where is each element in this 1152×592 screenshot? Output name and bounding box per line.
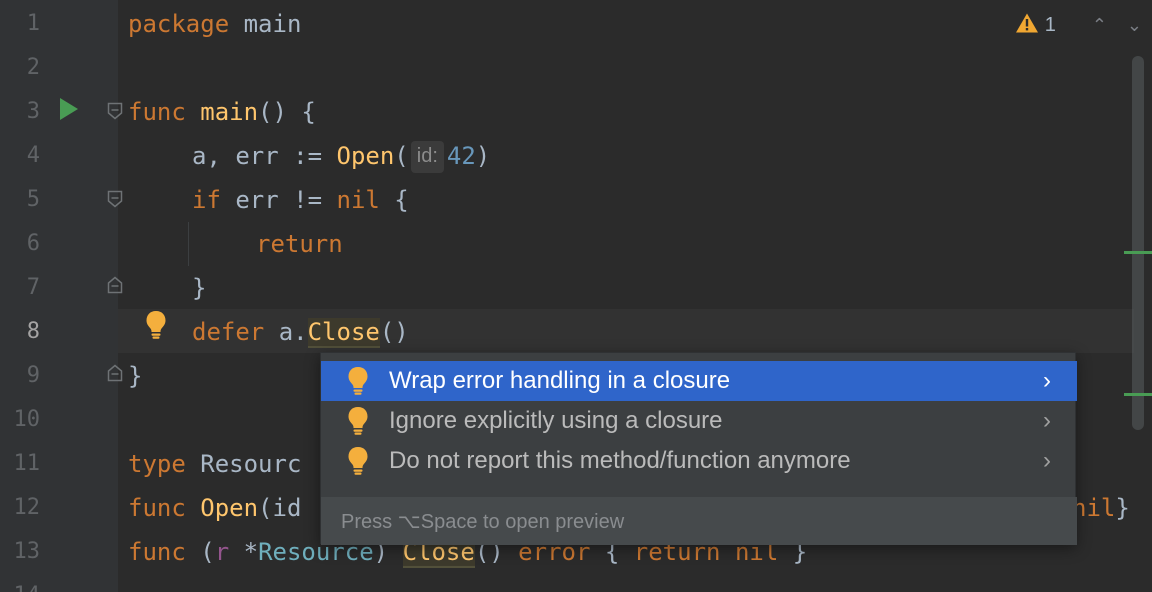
line-number: 12	[13, 495, 41, 520]
code-line-6[interactable]: return	[256, 222, 343, 266]
line-number: 1	[26, 11, 40, 36]
line-number: 6	[26, 231, 40, 256]
chevron-right-icon[interactable]: ›	[1043, 407, 1051, 435]
line-number-active: 8	[26, 319, 40, 344]
code-text: }	[192, 274, 207, 302]
code-text: *	[229, 538, 259, 566]
keyword: return	[256, 230, 343, 258]
keyword: func	[128, 494, 186, 522]
intention-item-ignore-closure[interactable]: Ignore explicitly using a closure ›	[321, 401, 1077, 441]
intention-label: Wrap error handling in a closure	[389, 367, 731, 394]
fold-open-icon[interactable]	[107, 102, 123, 120]
code-text: err !=	[220, 186, 337, 214]
parameter-hint: id:	[410, 141, 444, 173]
lightbulb-icon	[347, 446, 369, 476]
fold-close-icon[interactable]	[107, 276, 123, 294]
intention-actions-popup[interactable]: Wrap error handling in a closure › Ignor…	[320, 352, 1077, 545]
function-call: Open	[336, 142, 395, 170]
line-number: 11	[13, 451, 41, 476]
intention-item-do-not-report[interactable]: Do not report this method/function anymo…	[321, 441, 1077, 481]
code-text: (	[185, 538, 215, 566]
intention-label: Do not report this method/function anymo…	[389, 447, 851, 474]
code-text: Resourc	[185, 450, 302, 478]
fold-open-icon[interactable]	[107, 190, 123, 208]
code-line-5[interactable]: if err != nil {	[192, 178, 409, 222]
keyword: defer	[192, 318, 265, 346]
code-line-8[interactable]: defer a.Close()	[192, 310, 409, 354]
code-text: (	[394, 142, 409, 170]
code-text: ()	[379, 318, 409, 346]
keyword: nil	[336, 186, 380, 214]
line-number: 3	[26, 99, 40, 124]
code-text: a.	[264, 318, 308, 346]
keyword: type	[128, 450, 186, 478]
keyword: package	[128, 10, 230, 38]
code-line-1[interactable]: package main	[128, 2, 301, 46]
intention-item-wrap-closure[interactable]: Wrap error handling in a closure ›	[321, 361, 1077, 401]
indent-guide	[188, 222, 189, 266]
code-text: )	[475, 142, 491, 170]
keyword: if	[192, 186, 221, 214]
lightbulb-icon[interactable]	[145, 310, 167, 340]
chevron-down-icon[interactable]: ⌄	[1127, 15, 1142, 36]
chevron-right-icon[interactable]: ›	[1043, 367, 1051, 395]
run-icon[interactable]	[60, 98, 78, 120]
code-line-12-tail[interactable]: nil}	[1072, 486, 1130, 530]
code-text: }	[1115, 494, 1130, 522]
code-line-12[interactable]: func Open(id	[128, 486, 301, 530]
line-number: 14	[0, 574, 41, 592]
line-number: 10	[13, 407, 41, 432]
code-text: () {	[258, 98, 316, 126]
chevron-up-icon[interactable]: ⌃	[1092, 15, 1107, 36]
inspection-widget[interactable]: 1 ⌃ ⌄	[1015, 10, 1142, 40]
change-marker[interactable]	[1124, 251, 1152, 254]
chevron-right-icon[interactable]: ›	[1043, 447, 1051, 475]
warning-highlight[interactable]: Close	[307, 318, 380, 348]
line-number: 2	[26, 55, 40, 80]
line-number: 13	[13, 539, 41, 564]
warning-triangle-icon[interactable]	[1015, 12, 1039, 39]
code-line-3[interactable]: func main() {	[128, 90, 316, 134]
code-line-7[interactable]: }	[192, 266, 206, 310]
vertical-scrollbar[interactable]	[1132, 56, 1144, 430]
keyword: nil	[1072, 494, 1116, 522]
code-text: }	[128, 362, 143, 390]
warning-count[interactable]: 1	[1045, 14, 1056, 37]
code-text: {	[379, 186, 409, 214]
package-name: main	[243, 10, 302, 38]
change-marker[interactable]	[1124, 393, 1152, 396]
popup-footer-hint: Press ⌥Space to open preview	[321, 497, 1077, 545]
function-name: main	[200, 98, 259, 126]
code-text: a, err :=	[192, 142, 337, 170]
intention-label: Ignore explicitly using a closure	[389, 407, 723, 434]
receiver-name: r	[214, 538, 230, 566]
number-literal: 42	[446, 142, 476, 170]
line-number: 4	[26, 143, 40, 168]
keyword: func	[128, 538, 186, 566]
code-line-4[interactable]: a, err := Open(id: 42)	[192, 134, 490, 178]
code-line-11[interactable]: type Resourc	[128, 442, 301, 486]
code-line-9[interactable]: }	[128, 354, 142, 398]
lightbulb-icon	[347, 406, 369, 436]
keyword: func	[128, 98, 186, 126]
function-name: Open	[200, 494, 259, 522]
code-text: (id	[258, 494, 302, 522]
lightbulb-icon	[347, 366, 369, 396]
line-number: 9	[26, 363, 40, 388]
line-number: 5	[26, 187, 40, 212]
line-number: 7	[26, 275, 40, 300]
fold-close-icon[interactable]	[107, 364, 123, 382]
